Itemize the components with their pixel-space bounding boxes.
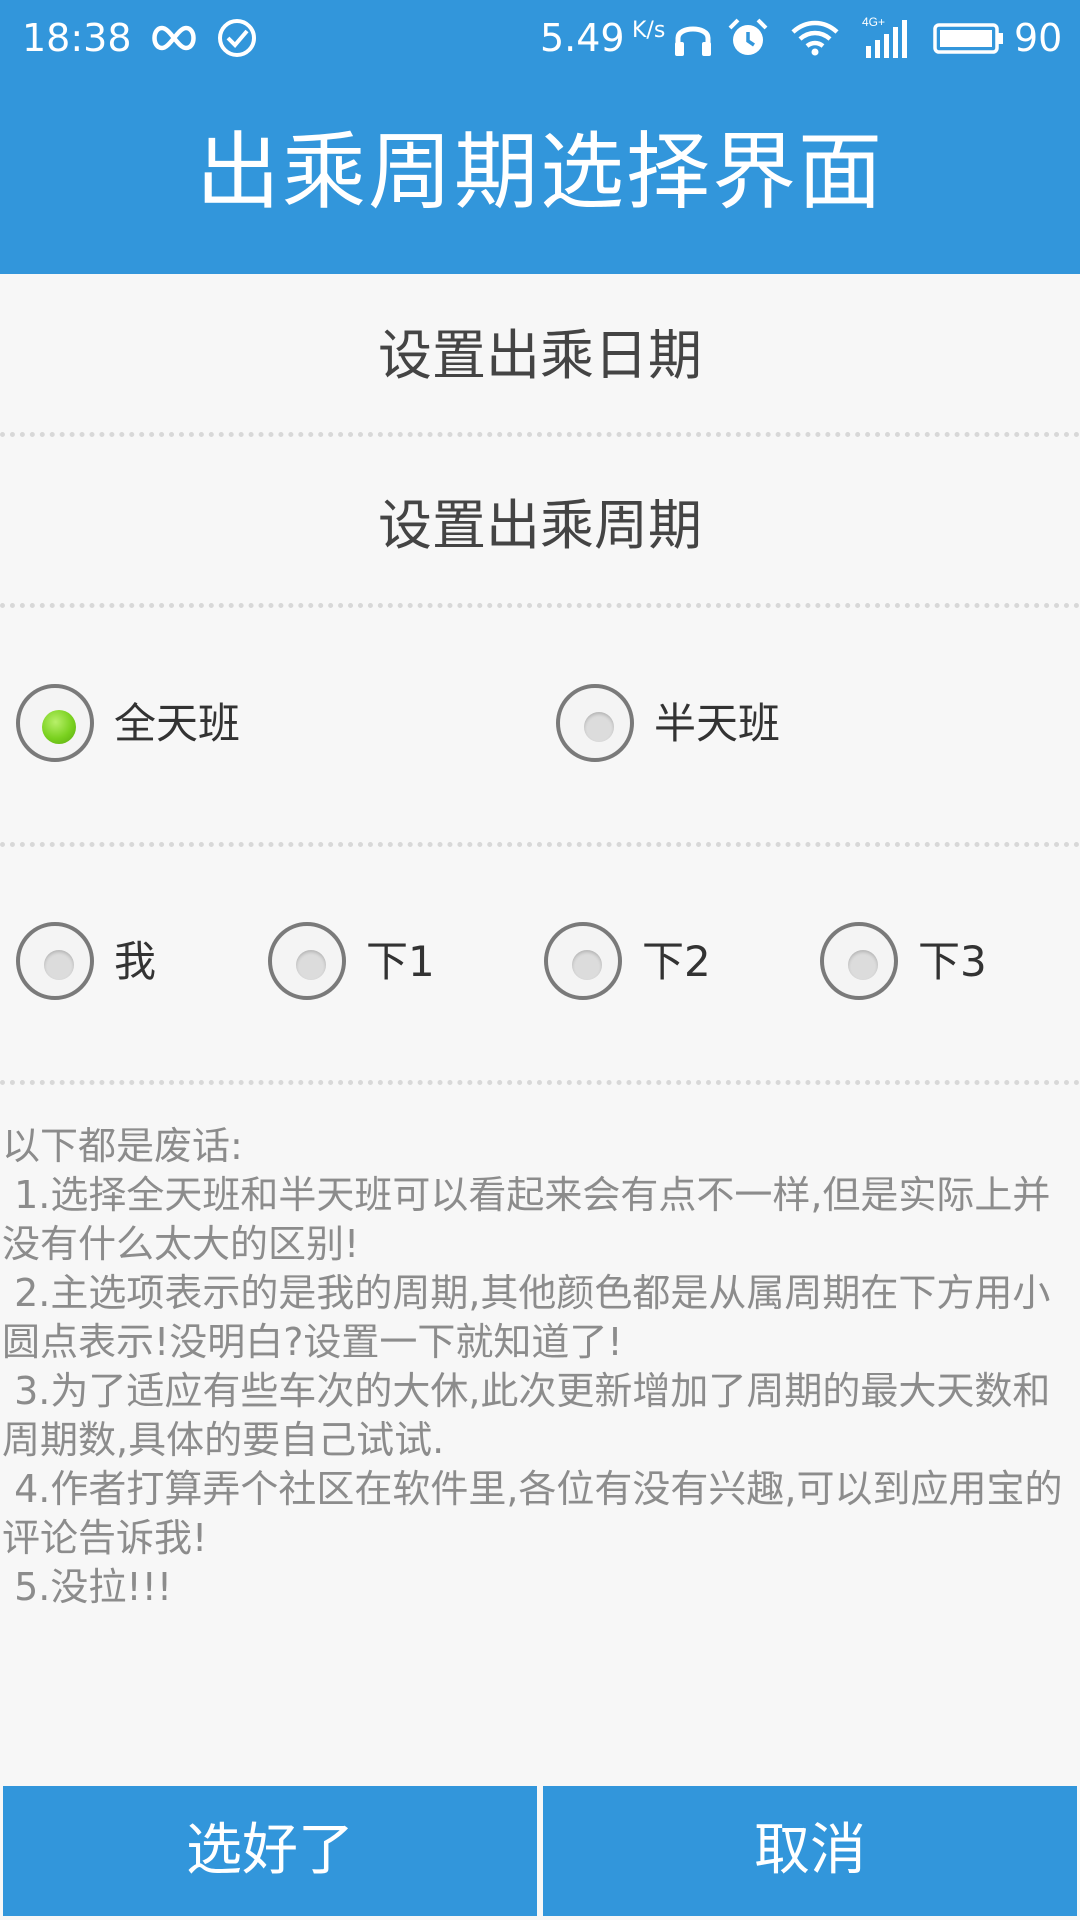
page-title: 出乘周期选择界面 bbox=[195, 123, 884, 221]
network-speed: 5.49 bbox=[540, 16, 625, 60]
radio-dot bbox=[44, 950, 74, 980]
notes-item: 3.为了适应有些车次的大休,此次更新增加了周期的最大天数和周期数,具体的要自己试… bbox=[2, 1369, 1051, 1462]
headphones-icon bbox=[675, 26, 711, 56]
radio-member-next-3[interactable]: 下3 bbox=[820, 922, 990, 1012]
title-bar: 出乘周期选择界面 bbox=[0, 76, 1080, 274]
radio-member-next-2[interactable]: 下2 bbox=[544, 922, 714, 1012]
radio-half-day-shift[interactable]: 半天班 bbox=[556, 684, 796, 774]
radio-label: 下1 bbox=[366, 937, 435, 986]
radio-dot bbox=[296, 950, 326, 980]
notes-item: 1.选择全天班和半天班可以看起来会有点不一样,但是实际上并没有什么太大的区别! bbox=[2, 1173, 1051, 1266]
radio-label: 我 bbox=[114, 937, 157, 986]
notes-item: 2.主选项表示的是我的周期,其他颜色都是从属周期在下方用小圆点表示!没明白?设置… bbox=[2, 1271, 1051, 1364]
divider bbox=[0, 1080, 1080, 1085]
radio-label: 下3 bbox=[918, 937, 987, 986]
signal-icon: 4G+ bbox=[862, 15, 907, 58]
radio-circle bbox=[16, 684, 94, 762]
battery-level: 90 bbox=[1014, 16, 1063, 60]
notes-header: 以下都是废话: bbox=[2, 1124, 243, 1168]
radio-circle bbox=[544, 922, 622, 1000]
notes-item: 5.没拉!!! bbox=[2, 1565, 173, 1609]
radio-full-day-shift[interactable]: 全天班 bbox=[16, 684, 256, 774]
radio-circle bbox=[820, 922, 898, 1000]
set-date-button[interactable]: 设置出乘日期 bbox=[0, 276, 1080, 436]
notes-text: 以下都是废话: 1.选择全天班和半天班可以看起来会有点不一样,但是实际上并没有什… bbox=[2, 1122, 1076, 1612]
radio-circle bbox=[268, 922, 346, 1000]
radio-dot bbox=[572, 950, 602, 980]
battery-icon bbox=[933, 23, 1003, 54]
radio-circle bbox=[556, 684, 634, 762]
status-time: 18:38 bbox=[22, 16, 132, 60]
infinity-icon bbox=[152, 25, 196, 51]
check-circle-icon bbox=[218, 19, 256, 57]
network-speed-unit: K/s bbox=[632, 18, 666, 43]
set-cycle-button[interactable]: 设置出乘周期 bbox=[0, 446, 1080, 606]
divider bbox=[0, 842, 1080, 847]
radio-member-next-1[interactable]: 下1 bbox=[268, 922, 438, 1012]
radio-label: 半天班 bbox=[654, 699, 781, 748]
radio-label: 全天班 bbox=[114, 699, 241, 748]
radio-dot bbox=[584, 712, 614, 742]
confirm-button[interactable]: 选好了 bbox=[3, 1786, 537, 1916]
radio-dot bbox=[42, 710, 76, 744]
status-bar: 18:38 5.49 K/s 4G+ 90 bbox=[0, 0, 1080, 76]
network-type-label: 4G+ bbox=[862, 15, 885, 29]
divider bbox=[0, 432, 1080, 437]
radio-dot bbox=[848, 950, 878, 980]
divider bbox=[0, 603, 1080, 608]
notes-item: 4.作者打算弄个社区在软件里,各位有没有兴趣,可以到应用宝的评论告诉我! bbox=[2, 1467, 1063, 1560]
alarm-icon bbox=[728, 18, 768, 55]
radio-circle bbox=[16, 922, 94, 1000]
cancel-button[interactable]: 取消 bbox=[543, 1786, 1077, 1916]
wifi-icon bbox=[791, 20, 839, 56]
radio-member-me[interactable]: 我 bbox=[16, 922, 186, 1012]
radio-label: 下2 bbox=[642, 937, 711, 986]
